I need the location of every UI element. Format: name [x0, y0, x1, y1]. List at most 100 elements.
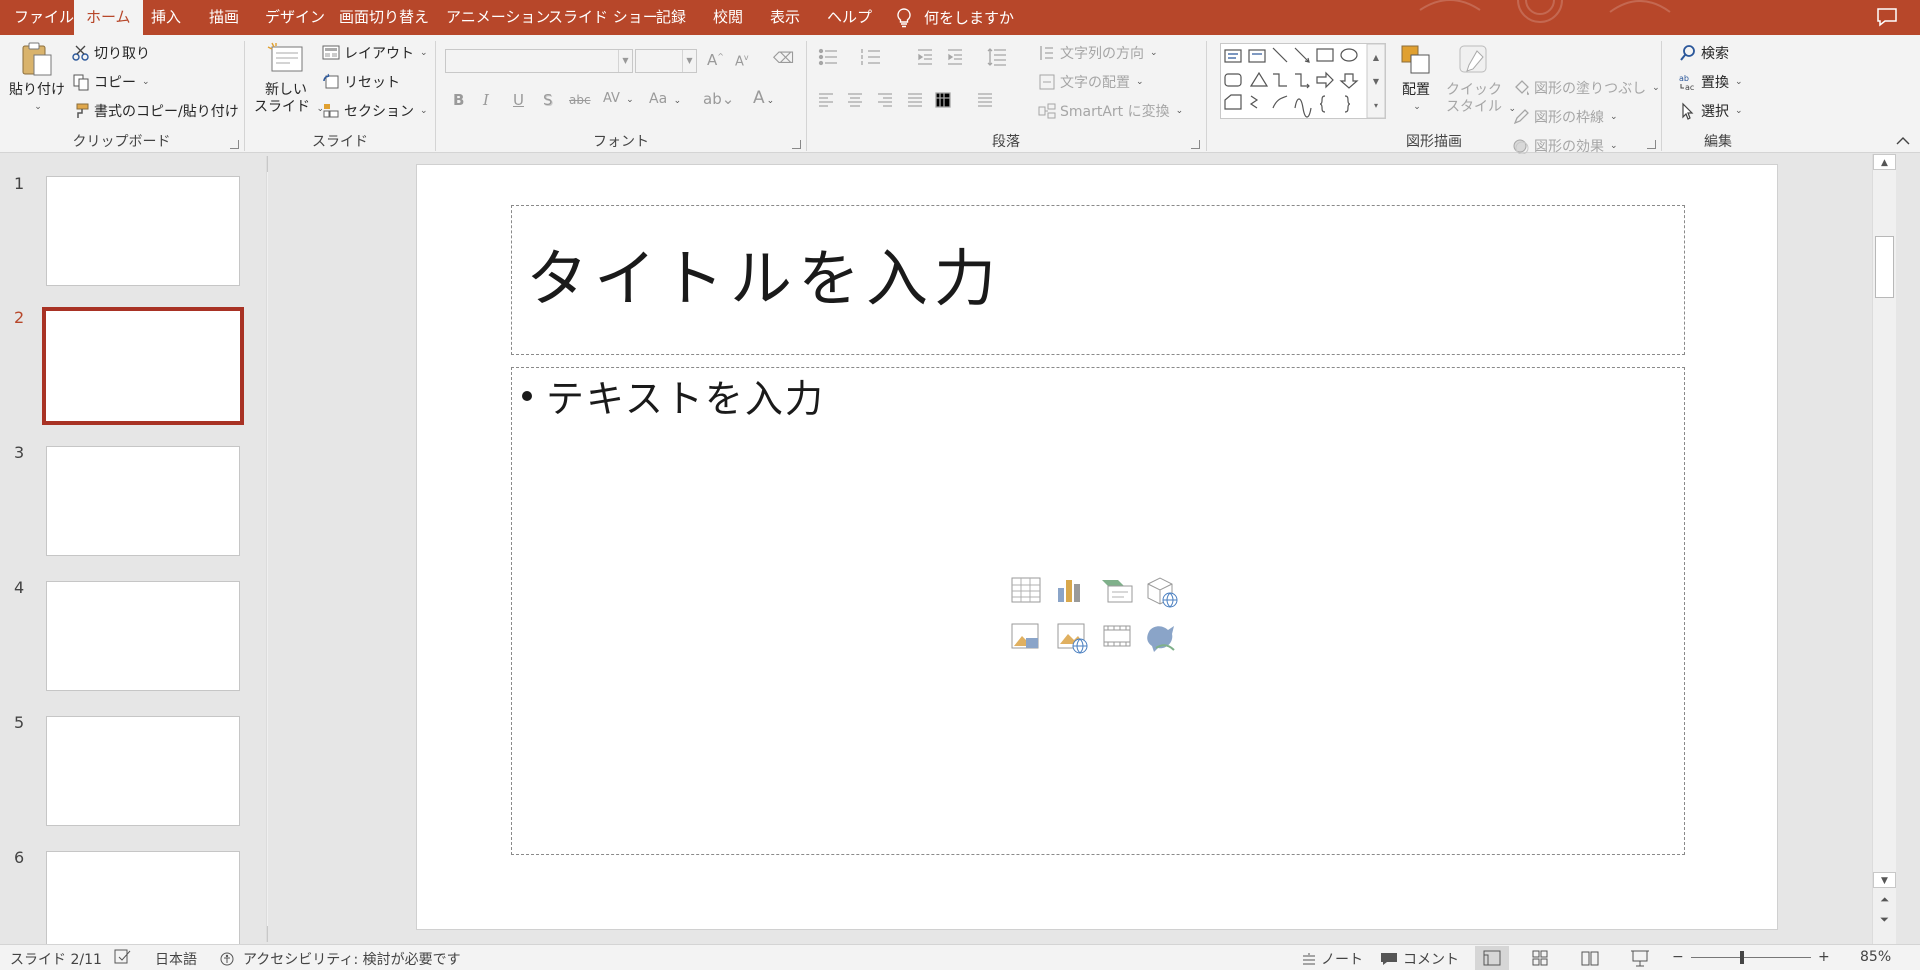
- find-button[interactable]: 検索: [1679, 43, 1729, 63]
- zoom-level[interactable]: 85%: [1860, 949, 1891, 965]
- quick-styles-label-2: スタイル ⌄: [1446, 99, 1516, 115]
- slide-canvas[interactable]: タイトルを入力 テキストを入力: [416, 164, 1778, 930]
- shape-outline-button[interactable]: 図形の枠線 ⌄: [1512, 107, 1618, 127]
- insert-chart-icon[interactable]: [1058, 580, 1080, 602]
- clear-formatting-icon[interactable]: ⌫: [773, 49, 794, 67]
- accessibility-checker[interactable]: アクセシビリティ: 検討が必要です: [220, 949, 461, 969]
- slideshow-view-button[interactable]: [1623, 946, 1657, 970]
- reset-button[interactable]: リセット: [322, 72, 400, 92]
- editing-group: 検索 ab ac 置換 ⌄ 選択 ⌄ 編集: [1663, 35, 1773, 153]
- copy-button[interactable]: コピー ⌄: [72, 72, 150, 92]
- text-direction-button[interactable]: 文字列の方向 ⌄: [1038, 43, 1158, 63]
- increase-font-size-icon[interactable]: A^: [707, 51, 724, 69]
- tab-slideshow[interactable]: スライド ショー: [546, 0, 660, 35]
- dialog-launcher-icon[interactable]: [792, 140, 801, 149]
- spell-check-icon[interactable]: [114, 949, 132, 965]
- editor-scrollbar[interactable]: ▲ ▼ ⏶ ⏷: [1872, 154, 1896, 944]
- slide-thumbnail-2-selected[interactable]: [42, 307, 244, 425]
- slide-thumbnail-1[interactable]: [46, 176, 240, 286]
- next-slide-icon[interactable]: ⏷: [1873, 912, 1896, 928]
- tell-me-search[interactable]: 何をしますか: [894, 0, 1016, 35]
- select-button[interactable]: 選択 ⌄: [1679, 101, 1743, 121]
- notes-button[interactable]: ノート: [1302, 949, 1363, 969]
- list-indent-controls-icon[interactable]: [818, 47, 1038, 67]
- zoom-in-button[interactable]: +: [1818, 949, 1830, 965]
- font-color-icon[interactable]: A ⌄: [753, 88, 774, 108]
- tab-review[interactable]: 校閲: [711, 0, 745, 35]
- tab-design[interactable]: デザイン: [263, 0, 327, 35]
- layout-button[interactable]: レイアウト ⌄: [322, 43, 428, 63]
- insert-smartart-icon[interactable]: [1102, 580, 1133, 603]
- zoom-slider-handle[interactable]: [1740, 951, 1744, 964]
- cut-button[interactable]: 切り取り: [72, 43, 150, 63]
- collapse-ribbon-icon[interactable]: [1896, 136, 1910, 146]
- section-button[interactable]: セクション ⌄: [322, 101, 428, 121]
- replace-button[interactable]: ab ac 置換 ⌄: [1679, 72, 1743, 92]
- tab-insert[interactable]: 挿入: [149, 0, 183, 35]
- character-spacing-button[interactable]: AV ⌄: [603, 91, 634, 106]
- bold-button[interactable]: B: [453, 91, 464, 109]
- slide-sorter-button[interactable]: [1523, 946, 1557, 970]
- scroll-down-arrow-icon[interactable]: ▼: [1873, 872, 1896, 888]
- tab-transitions[interactable]: 画面切り替え: [337, 0, 431, 35]
- font-name-combobox[interactable]: ▼: [445, 49, 633, 73]
- change-case-button[interactable]: Aa ⌄: [649, 91, 681, 107]
- new-slide-button[interactable]: 新しい スライド ⌄: [254, 41, 324, 118]
- paste-button[interactable]: 貼り付け ⌄: [8, 41, 66, 116]
- dialog-launcher-icon[interactable]: [1647, 140, 1656, 149]
- insert-online-picture-icon[interactable]: [1057, 623, 1088, 654]
- highlight-color-icon[interactable]: ab⌄: [703, 90, 734, 108]
- insert-table-icon[interactable]: [1011, 577, 1041, 603]
- comments-button[interactable]: コメント: [1380, 949, 1459, 969]
- tab-file[interactable]: ファイル: [12, 0, 76, 35]
- alignment-controls-icon[interactable]: [818, 91, 1018, 109]
- comments-icon[interactable]: [1876, 7, 1898, 27]
- language-indicator[interactable]: 日本語: [155, 949, 197, 969]
- align-text-button[interactable]: 文字の配置 ⌄: [1038, 72, 1144, 92]
- slide-thumbnail-5[interactable]: [46, 716, 240, 826]
- tab-home[interactable]: ホーム: [74, 0, 143, 35]
- strikethrough-button[interactable]: abc: [569, 93, 591, 107]
- slide-thumbnail-3[interactable]: [46, 446, 240, 556]
- underline-button[interactable]: U: [513, 91, 524, 109]
- chevron-down-icon[interactable]: ⌄: [10, 99, 66, 116]
- editor-scrollbar-thumb[interactable]: [1875, 236, 1894, 298]
- shape-fill-button[interactable]: 図形の塗りつぶし ⌄: [1512, 78, 1660, 98]
- tab-help[interactable]: ヘルプ: [825, 0, 874, 35]
- format-painter-button[interactable]: 書式のコピー/貼り付け: [72, 101, 239, 121]
- slide-thumbnail-6[interactable]: [46, 851, 240, 944]
- insert-icons-icon[interactable]: [1147, 626, 1175, 652]
- shapes-gallery[interactable]: ▲ ▼ ▾: [1220, 43, 1386, 119]
- dialog-launcher-icon[interactable]: [1191, 140, 1200, 149]
- normal-view-button[interactable]: [1475, 946, 1509, 970]
- convert-to-smartart-button[interactable]: SmartArt に変換 ⌄: [1038, 101, 1183, 121]
- tab-draw[interactable]: 描画: [207, 0, 241, 35]
- font-size-combobox[interactable]: ▼: [635, 49, 697, 73]
- chevron-down-icon[interactable]: ▼: [618, 50, 632, 72]
- tab-view[interactable]: 表示: [768, 0, 802, 35]
- scroll-up-arrow-icon[interactable]: ▲: [1873, 154, 1896, 170]
- arrange-icon: [1401, 45, 1430, 74]
- dialog-launcher-icon[interactable]: [230, 140, 239, 149]
- text-shadow-button[interactable]: S: [543, 91, 553, 109]
- tab-record[interactable]: 記録: [654, 0, 688, 35]
- reading-view-button[interactable]: [1573, 946, 1607, 970]
- insert-3d-model-icon[interactable]: [1147, 577, 1178, 608]
- italic-button[interactable]: I: [483, 91, 489, 109]
- tab-animations[interactable]: アニメーション: [444, 0, 552, 35]
- arrange-button[interactable]: 配置 ⌄: [1394, 43, 1438, 116]
- chevron-down-icon[interactable]: ⌄: [142, 77, 150, 87]
- content-placeholder[interactable]: テキストを入力: [511, 367, 1685, 855]
- decorative-swirl-icon: [1419, 0, 1671, 23]
- chevron-down-icon[interactable]: ▼: [682, 50, 696, 72]
- insert-picture-icon[interactable]: [1011, 623, 1039, 649]
- zoom-out-button[interactable]: −: [1672, 949, 1684, 965]
- insert-video-icon[interactable]: [1103, 625, 1131, 647]
- slide-thumbnail-4[interactable]: [46, 581, 240, 691]
- decrease-font-size-icon[interactable]: Av: [735, 53, 749, 69]
- zoom-slider-track[interactable]: [1691, 957, 1811, 958]
- shape-effects-button[interactable]: 図形の効果 ⌄: [1512, 136, 1618, 156]
- title-placeholder[interactable]: タイトルを入力: [511, 205, 1685, 355]
- quick-styles-button[interactable]: クイック スタイル ⌄: [1446, 43, 1516, 118]
- previous-slide-icon[interactable]: ⏶: [1873, 892, 1896, 908]
